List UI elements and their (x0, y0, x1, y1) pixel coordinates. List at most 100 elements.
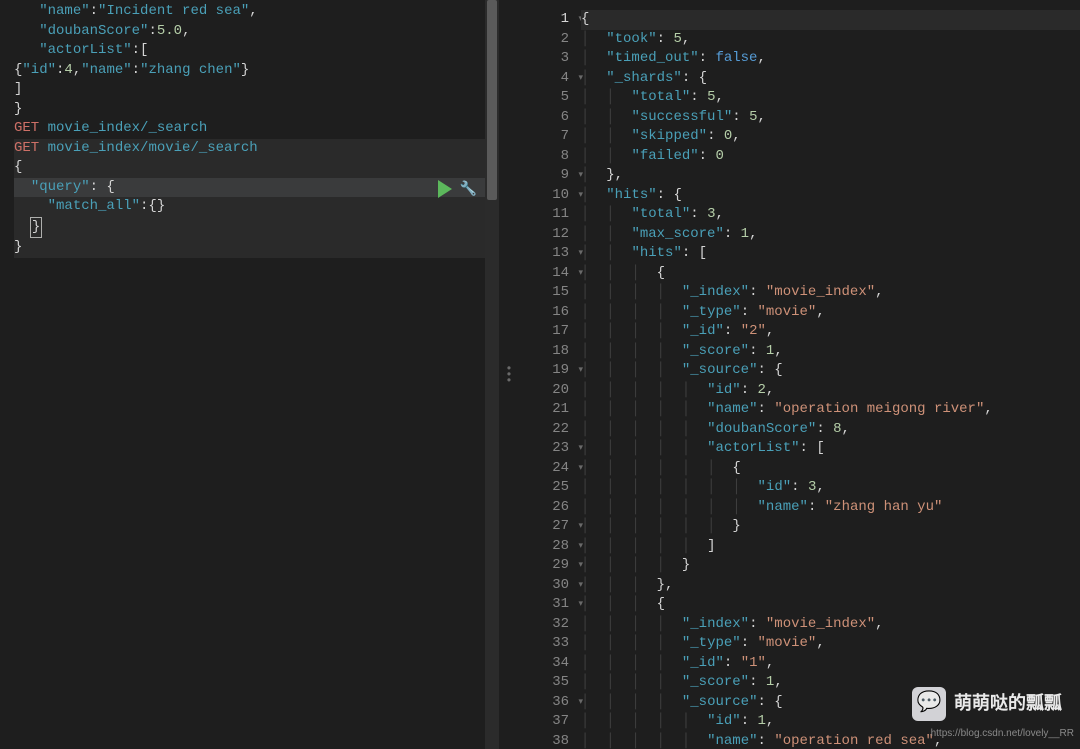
line-number: 15 (519, 283, 575, 303)
response-code-line[interactable]: │ │ "total": 3, (581, 205, 1080, 225)
wechat-icon: 💬 (912, 687, 946, 721)
request-code-line[interactable]: "doubanScore":5.0, (14, 22, 485, 42)
request-actions: 🔧 (438, 180, 477, 198)
line-number: 38 (519, 732, 575, 749)
line-number: 25 (519, 478, 575, 498)
response-code-line[interactable]: │ │ "hits": [ (581, 244, 1080, 264)
line-number: 11 (519, 205, 575, 225)
line-number: 8 (519, 147, 575, 167)
response-code-line[interactable]: │ │ │ │ "_index": "movie_index", (581, 283, 1080, 303)
line-number: 26 (519, 498, 575, 518)
response-code-line[interactable]: │ │ "total": 5, (581, 88, 1080, 108)
left-scrollbar-thumb[interactable] (487, 0, 497, 200)
line-number-gutter: 1▾234▾56789▾10▾111213▾14▾1516171819▾2021… (519, 0, 575, 749)
blog-url-watermark: https://blog.csdn.net/lovely__RR (931, 724, 1074, 744)
response-code-line[interactable]: │ │ │ │ │ │ } (581, 517, 1080, 537)
line-number: 7 (519, 127, 575, 147)
line-number: 17 (519, 322, 575, 342)
request-code-line[interactable]: } (14, 100, 485, 120)
response-code-line[interactable]: │ │ │ │ │ ] (581, 537, 1080, 557)
line-number: 19▾ (519, 361, 575, 381)
pane-splitter[interactable]: ••• (499, 0, 519, 749)
response-viewer-pane: 1▾234▾56789▾10▾111213▾14▾1516171819▾2021… (519, 0, 1080, 749)
request-editor-pane[interactable]: "name":"Incident red sea", "doubanScore"… (0, 0, 499, 749)
line-number: 31▾ (519, 595, 575, 615)
response-code-line[interactable]: │ "_shards": { (581, 69, 1080, 89)
response-code-line[interactable]: { (581, 10, 1080, 30)
line-number: 2 (519, 30, 575, 50)
line-number: 20 (519, 381, 575, 401)
line-number: 32 (519, 615, 575, 635)
run-request-icon[interactable] (438, 180, 452, 198)
kibana-console: "name":"Incident red sea", "doubanScore"… (0, 0, 1080, 749)
line-number: 4▾ (519, 69, 575, 89)
request-code-line[interactable]: } (14, 217, 485, 239)
splitter-handle-icon[interactable]: ••• (505, 366, 512, 384)
line-number: 35 (519, 673, 575, 693)
line-number: 10▾ (519, 186, 575, 206)
line-number: 24▾ (519, 459, 575, 479)
line-number: 18 (519, 342, 575, 362)
response-code-line[interactable]: │ │ │ │ } (581, 556, 1080, 576)
line-number: 14▾ (519, 264, 575, 284)
response-code-line[interactable]: │ │ │ │ │ "doubanScore": 8, (581, 420, 1080, 440)
response-code-line[interactable]: │ "took": 5, (581, 30, 1080, 50)
line-number: 6 (519, 108, 575, 128)
response-code-line[interactable]: │ }, (581, 166, 1080, 186)
response-code-line[interactable]: │ │ │ │ │ "name": "operation meigong riv… (581, 400, 1080, 420)
line-number: 21 (519, 400, 575, 420)
request-code-line[interactable]: GET movie_index/movie/_search (14, 139, 485, 159)
line-number: 34 (519, 654, 575, 674)
line-number: 22 (519, 420, 575, 440)
line-number: 12 (519, 225, 575, 245)
watermark-branding: 💬 萌萌哒的瓢瓢 (912, 687, 1062, 721)
line-number: 36▾ (519, 693, 575, 713)
line-number: 28▾ (519, 537, 575, 557)
response-code-line[interactable]: │ │ │ │ "_id": "1", (581, 654, 1080, 674)
wrench-icon[interactable]: 🔧 (460, 181, 477, 198)
left-scrollbar[interactable] (485, 0, 499, 749)
response-code-line[interactable]: │ │ │ { (581, 264, 1080, 284)
request-code-line[interactable]: GET movie_index/_search (14, 119, 485, 139)
request-code-line[interactable]: {"id":4,"name":"zhang chen"} (14, 61, 485, 81)
response-code-line[interactable]: │ "hits": { (581, 186, 1080, 206)
response-code-line[interactable]: │ │ "successful": 5, (581, 108, 1080, 128)
line-number: 23▾ (519, 439, 575, 459)
request-code-line[interactable]: { (14, 158, 485, 178)
response-code-line[interactable]: │ │ "max_score": 1, (581, 225, 1080, 245)
response-code-line[interactable]: │ │ │ │ "_source": { (581, 361, 1080, 381)
response-code-line[interactable]: │ │ │ │ │ "id": 2, (581, 381, 1080, 401)
line-number: 1▾ (519, 10, 575, 30)
line-number: 5 (519, 88, 575, 108)
response-viewer[interactable]: {│ "took": 5,│ "timed_out": false,│ "_sh… (575, 0, 1080, 749)
response-code-line[interactable]: │ │ "skipped": 0, (581, 127, 1080, 147)
response-code-line[interactable]: │ │ │ │ "_score": 1, (581, 342, 1080, 362)
line-number: 33 (519, 634, 575, 654)
response-code-line[interactable]: │ │ │ │ "_index": "movie_index", (581, 615, 1080, 635)
response-code-line[interactable]: │ │ │ │ │ "actorList": [ (581, 439, 1080, 459)
response-code-line[interactable]: │ │ │ │ │ │ { (581, 459, 1080, 479)
brand-name: 萌萌哒的瓢瓢 (954, 694, 1062, 714)
request-code-line[interactable]: "query": { (14, 178, 485, 198)
response-code-line[interactable]: │ │ │ │ │ │ │ "id": 3, (581, 478, 1080, 498)
response-code-line[interactable]: │ │ │ │ │ │ │ "name": "zhang han yu" (581, 498, 1080, 518)
line-number: 16 (519, 303, 575, 323)
request-code-line[interactable]: "actorList":[ (14, 41, 485, 61)
response-code-line[interactable]: │ │ "failed": 0 (581, 147, 1080, 167)
line-number: 13▾ (519, 244, 575, 264)
request-code-line[interactable]: "name":"Incident red sea", (14, 2, 485, 22)
response-code-line[interactable]: │ │ │ │ "_type": "movie", (581, 303, 1080, 323)
response-code-line[interactable]: │ "timed_out": false, (581, 49, 1080, 69)
request-editor[interactable]: "name":"Incident red sea", "doubanScore"… (0, 0, 485, 749)
response-code-line[interactable]: │ │ │ }, (581, 576, 1080, 596)
request-code-line[interactable]: ] (14, 80, 485, 100)
line-number: 3 (519, 49, 575, 69)
line-number: 9▾ (519, 166, 575, 186)
request-code-line[interactable]: "match_all":{} (14, 197, 485, 217)
line-number: 29▾ (519, 556, 575, 576)
line-number: 37 (519, 712, 575, 732)
response-code-line[interactable]: │ │ │ │ "_type": "movie", (581, 634, 1080, 654)
request-code-line[interactable]: } (14, 238, 485, 258)
response-code-line[interactable]: │ │ │ { (581, 595, 1080, 615)
response-code-line[interactable]: │ │ │ │ "_id": "2", (581, 322, 1080, 342)
